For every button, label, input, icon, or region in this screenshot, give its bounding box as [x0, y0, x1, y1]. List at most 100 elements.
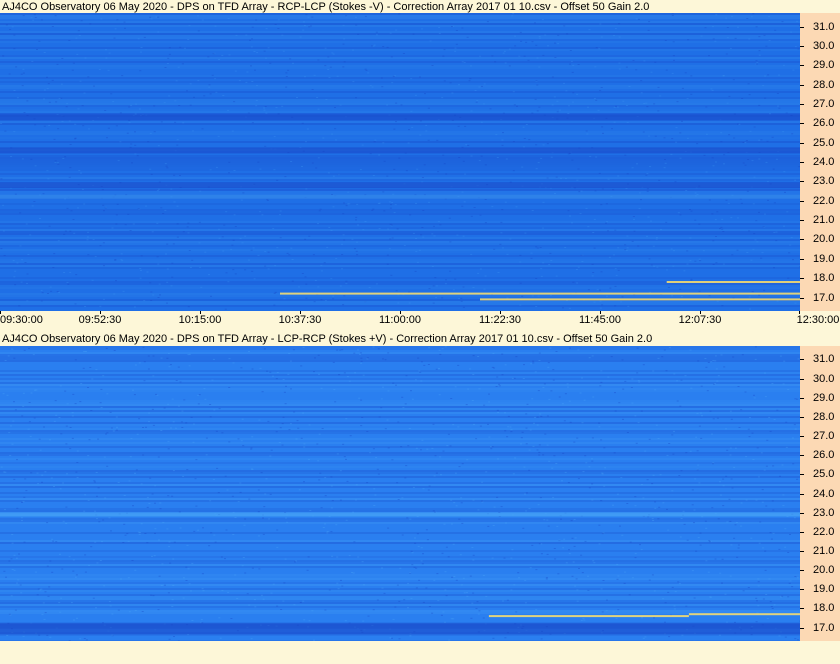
noise-speckle	[519, 31, 522, 33]
noise-speckle	[442, 611, 445, 613]
noise-speckle	[410, 390, 412, 392]
noise-speckle	[373, 44, 376, 46]
noise-speckle	[421, 563, 424, 565]
noise-speckle	[276, 605, 279, 607]
noise-speckle	[642, 131, 645, 133]
noise-speckle	[38, 40, 41, 42]
noise-speckle	[568, 553, 571, 555]
noise-speckle	[734, 447, 737, 449]
noise-speckle	[602, 580, 605, 581]
noise-speckle	[128, 480, 131, 482]
noise-speckle	[16, 459, 18, 461]
noise-speckle	[780, 596, 782, 598]
noise-speckle	[584, 455, 587, 457]
noise-speckle	[602, 532, 605, 534]
noise-speckle	[177, 405, 180, 407]
noise-speckle	[733, 537, 736, 539]
noise-speckle	[734, 524, 737, 526]
noise-speckle	[349, 435, 352, 437]
noise-speckle	[504, 412, 507, 414]
panel2-frequency-axis: 31.0 30.0 29.0 28.0 27.0 26.0 25.0 24.0 23.0 22.0…	[800, 346, 840, 641]
noise-speckle	[505, 522, 507, 524]
noise-speckle	[164, 584, 166, 586]
noise-speckle	[46, 634, 49, 636]
noise-speckle	[764, 396, 767, 398]
noise-speckle	[698, 290, 701, 292]
noise-speckle	[339, 104, 342, 106]
noise-speckle	[153, 131, 156, 133]
noise-speckle	[502, 52, 505, 54]
noise-stripe	[0, 598, 800, 600]
noise-speckle	[506, 253, 509, 255]
noise-speckle	[342, 443, 345, 445]
noise-speckle	[569, 50, 572, 51]
noise-speckle	[241, 565, 244, 567]
noise-speckle	[523, 364, 525, 366]
noise-speckle	[392, 193, 395, 195]
noise-speckle	[504, 364, 507, 366]
noise-speckle	[91, 378, 94, 380]
noise-speckle	[605, 222, 607, 224]
noise-speckle	[534, 371, 537, 373]
noise-speckle	[115, 223, 118, 225]
noise-speckle	[746, 190, 749, 192]
noise-speckle	[232, 362, 235, 364]
noise-speckle	[587, 106, 589, 108]
noise-speckle	[27, 428, 30, 430]
noise-speckle	[112, 101, 115, 103]
noise-speckle	[333, 13, 336, 15]
noise-speckle	[240, 199, 243, 201]
noise-speckle	[108, 52, 111, 54]
noise-stripe	[0, 231, 800, 233]
noise-speckle	[461, 27, 464, 29]
noise-speckle	[571, 222, 573, 224]
noise-stripe	[0, 39, 800, 41]
noise-speckle	[409, 572, 412, 574]
noise-speckle	[335, 524, 338, 526]
noise-speckle	[519, 254, 522, 256]
noise-speckle	[412, 232, 415, 234]
noise-speckle	[601, 611, 604, 613]
noise-speckle	[16, 507, 19, 509]
noise-speckle	[228, 358, 231, 360]
noise-speckle	[642, 637, 645, 639]
noise-speckle	[794, 46, 797, 48]
ytick-mark	[800, 123, 804, 125]
noise-speckle	[341, 585, 344, 587]
noise-speckle	[506, 436, 509, 438]
noise-speckle	[165, 165, 168, 167]
noise-speckle	[625, 66, 628, 68]
noise-speckle	[400, 104, 403, 106]
noise-speckle	[707, 362, 710, 363]
noise-speckle	[251, 270, 254, 272]
noise-speckle	[149, 477, 152, 479]
noise-speckle	[302, 412, 305, 414]
noise-speckle	[705, 171, 708, 173]
noise-speckle	[697, 464, 700, 466]
noise-speckle	[461, 522, 464, 524]
noise-stripe	[0, 25, 800, 27]
noise-speckle	[284, 176, 287, 178]
noise-speckle	[512, 473, 515, 475]
noise-speckle	[779, 475, 781, 477]
noise-speckle	[49, 286, 52, 288]
noise-speckle	[531, 295, 534, 297]
noise-speckle	[324, 495, 327, 497]
noise-speckle	[467, 388, 470, 390]
noise-speckle	[185, 566, 188, 568]
noise-speckle	[776, 300, 779, 302]
noise-speckle	[677, 581, 680, 583]
noise-speckle	[726, 27, 729, 28]
noise-speckle	[300, 437, 303, 439]
noise-speckle	[307, 556, 310, 558]
noise-stripe	[0, 285, 800, 287]
noise-speckle	[28, 421, 31, 423]
noise-speckle	[450, 499, 453, 501]
noise-speckle	[766, 439, 769, 441]
noise-speckle	[53, 253, 56, 255]
noise-speckle	[285, 86, 288, 88]
noise-speckle	[771, 500, 774, 502]
noise-speckle	[778, 107, 781, 109]
noise-speckle	[335, 258, 338, 260]
noise-speckle	[515, 356, 518, 358]
